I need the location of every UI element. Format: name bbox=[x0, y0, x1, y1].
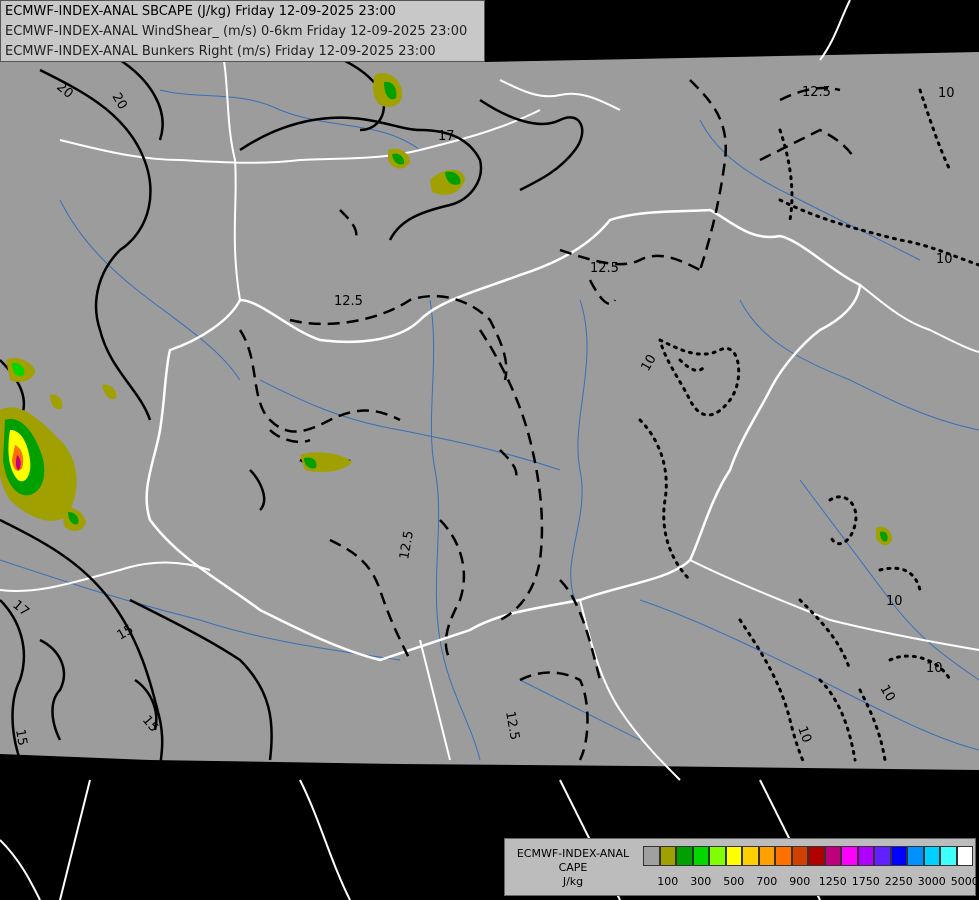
legend-swatch bbox=[709, 846, 726, 866]
legend-swatch bbox=[725, 846, 742, 866]
map-title-box: ECMWF-INDEX-ANAL SBCAPE (J/kg) Friday 12… bbox=[0, 0, 485, 62]
weather-map: 20 20 17 12.5 12.5 12.5 12.5 10 10 10 10… bbox=[0, 0, 979, 900]
legend-swatch bbox=[923, 846, 940, 866]
legend-variable: CAPE bbox=[558, 861, 588, 874]
legend-swatch bbox=[775, 846, 792, 866]
title-line-bunkers: ECMWF-INDEX-ANAL Bunkers Right (m/s) Fri… bbox=[5, 44, 436, 59]
model-domain bbox=[0, 0, 979, 770]
legend-swatch bbox=[824, 846, 841, 866]
legend-swatch bbox=[890, 846, 907, 866]
contour-label: 17 bbox=[438, 129, 455, 144]
legend-swatch bbox=[940, 846, 957, 866]
contour-label: 12.5 bbox=[802, 85, 831, 100]
legend-tick-label: 5000 bbox=[950, 875, 979, 888]
legend-tick-label: 300 bbox=[690, 875, 712, 888]
legend-swatch bbox=[758, 846, 775, 866]
legend-tick-label: 500 bbox=[723, 875, 745, 888]
legend-swatch bbox=[841, 846, 858, 866]
contour-label: 10 bbox=[926, 661, 943, 676]
legend-source: ECMWF-INDEX-ANAL bbox=[516, 847, 630, 860]
legend-swatches bbox=[643, 846, 973, 866]
contour-label: 12.5 bbox=[590, 261, 619, 276]
legend-swatch bbox=[907, 846, 924, 866]
legend-unit: J/kg bbox=[562, 875, 584, 888]
legend-swatch bbox=[659, 846, 676, 866]
contour-label: 10 bbox=[886, 594, 903, 609]
color-legend: ECMWF-INDEX-ANAL CAPE J/kg 100 300 500 700 9… bbox=[504, 838, 979, 896]
title-line-cape: ECMWF-INDEX-ANAL SBCAPE (J/kg) Friday 12… bbox=[5, 4, 396, 19]
legend-tick-label: 100 bbox=[657, 875, 679, 888]
legend-tick-label: 700 bbox=[756, 875, 778, 888]
contour-label: 15 bbox=[12, 728, 30, 747]
title-line-windshear: ECMWF-INDEX-ANAL WindShear_ (m/s) 0-6km … bbox=[5, 24, 468, 39]
legend-swatch bbox=[956, 846, 973, 866]
legend-swatch bbox=[808, 846, 825, 866]
legend-swatch bbox=[857, 846, 874, 866]
legend-tick-label: 1750 bbox=[851, 875, 880, 888]
contour-label: 12.5 bbox=[334, 294, 363, 309]
legend-tick-label: 900 bbox=[789, 875, 811, 888]
contour-label: 10 bbox=[938, 86, 955, 101]
legend-title: ECMWF-INDEX-ANAL CAPE J/kg bbox=[509, 847, 637, 889]
legend-swatch bbox=[874, 846, 891, 866]
contour-label: 10 bbox=[936, 252, 953, 267]
legend-tick-label: 2250 bbox=[884, 875, 913, 888]
legend-swatch bbox=[692, 846, 709, 866]
legend-swatch bbox=[742, 846, 759, 866]
legend-swatch bbox=[791, 846, 808, 866]
legend-swatch bbox=[643, 846, 660, 866]
legend-tick-label: 3000 bbox=[917, 875, 946, 888]
legend-swatch bbox=[676, 846, 693, 866]
legend-ticks: 100 300 500 700 900 1250 1750 2250 3000 5000 bbox=[643, 875, 979, 889]
legend-tick-label: 1250 bbox=[818, 875, 847, 888]
